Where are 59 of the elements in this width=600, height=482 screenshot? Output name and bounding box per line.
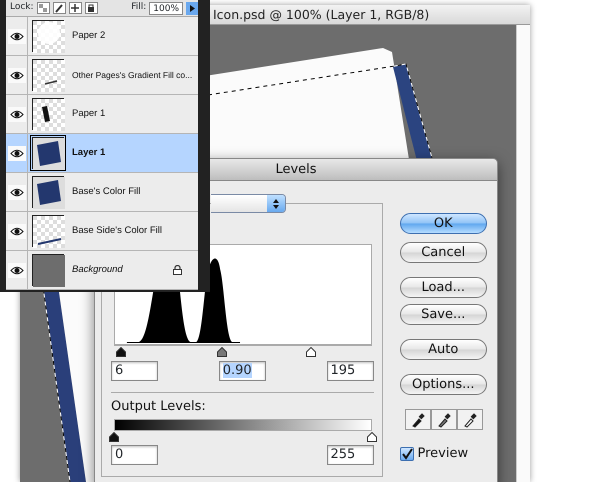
up-down-arrows-icon: [272, 198, 280, 210]
output-levels-label: Output Levels:: [111, 399, 207, 415]
eyedropper-icon[interactable]: [456, 409, 482, 430]
brush-icon[interactable]: [52, 2, 66, 14]
value-field[interactable]: 0: [111, 445, 158, 465]
channel-dropdown[interactable]: [211, 194, 286, 213]
scroll-bar[interactable]: [516, 25, 530, 482]
value-field[interactable]: 6: [111, 361, 158, 381]
layer-name: Other Pages's Gradient Fill co...: [72, 68, 192, 82]
eye-icon[interactable]: [8, 184, 26, 200]
layer-thumbnail: [32, 98, 64, 130]
eye-icon[interactable]: [8, 224, 26, 238]
value-field[interactable]: 255: [326, 445, 374, 465]
slider-handle[interactable]: [217, 347, 228, 357]
eye-icon[interactable]: [8, 68, 26, 82]
layer-row[interactable]: Background: [6, 251, 198, 290]
layer-name: Background: [72, 262, 123, 277]
layer-name: Base Side's Color Fill: [72, 224, 162, 238]
layer-row[interactable]: Other Pages's Gradient Fill co...: [6, 56, 198, 95]
slider-handle[interactable]: [109, 432, 119, 442]
arrow-button[interactable]: [186, 2, 198, 14]
move-icon[interactable]: [68, 2, 82, 14]
layer-row[interactable]: Paper 1: [6, 95, 198, 134]
value-field[interactable]: 0.90: [218, 361, 266, 381]
layer-name: Base's Color Fill: [72, 184, 140, 199]
layer-thumbnail: [32, 137, 64, 169]
layer-name: Paper 1: [72, 106, 106, 121]
value-field[interactable]: 195: [326, 361, 374, 381]
slider-handle[interactable]: [116, 347, 126, 357]
layer-thumbnail: [32, 215, 64, 247]
layer-name: Layer 1: [72, 146, 106, 160]
preview-label: Preview: [418, 445, 468, 463]
eye-icon[interactable]: [8, 262, 26, 278]
dialog-button[interactable]: Auto: [400, 339, 487, 360]
eye-icon[interactable]: [8, 146, 26, 160]
eyedropper-icon[interactable]: [404, 409, 430, 430]
layer-thumbnail: [32, 254, 64, 286]
layer-name: Paper 2: [72, 28, 106, 43]
checker-icon[interactable]: [36, 2, 50, 14]
ok-button[interactable]: OK: [400, 213, 487, 234]
dialog-button[interactable]: Save...: [400, 304, 487, 325]
lock-icon[interactable]: [84, 2, 98, 14]
layer-row[interactable]: Base's Color Fill: [6, 173, 198, 212]
layer-row[interactable]: Paper 2: [6, 17, 198, 56]
dialog-button[interactable]: Options...: [400, 374, 487, 395]
layer-row[interactable]: Base Side's Color Fill: [6, 212, 198, 251]
eye-icon[interactable]: [8, 106, 26, 122]
layer-thumbnail: [32, 20, 64, 52]
fill-field[interactable]: 100%: [149, 2, 183, 14]
layer-row[interactable]: Layer 1: [6, 134, 198, 173]
slider-handle[interactable]: [306, 347, 316, 357]
dialog-button[interactable]: Cancel: [400, 242, 487, 263]
preview-checkbox[interactable]: [400, 446, 414, 461]
dialog-button[interactable]: Load...: [400, 277, 487, 298]
slider-handle[interactable]: [367, 432, 377, 442]
layer-thumbnail: [32, 59, 64, 91]
eye-icon[interactable]: [8, 28, 26, 44]
layer-thumbnail: [32, 176, 64, 208]
eyedropper-icon[interactable]: [430, 409, 456, 430]
